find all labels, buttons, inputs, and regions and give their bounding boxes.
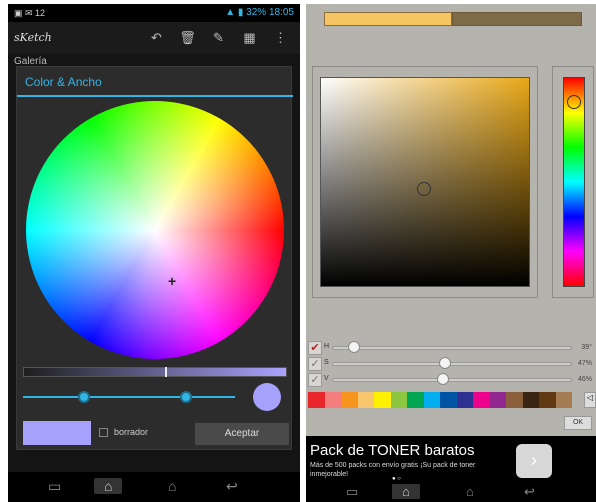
s-slider-knob[interactable] xyxy=(439,357,452,369)
new-color-preview xyxy=(452,12,582,26)
action-bar: sKetch ↶ 🗑 ✎ ▦ ⋮ xyxy=(8,22,300,54)
v-slider-knob[interactable] xyxy=(436,373,449,385)
h-value: 39° xyxy=(581,344,592,351)
eraser-label: borrador xyxy=(114,427,149,437)
palette-swatch[interactable] xyxy=(506,392,523,408)
brush-preview-circle xyxy=(253,383,281,411)
ad-title[interactable]: Pack de TONER baratos xyxy=(310,442,475,459)
s-value: 47% xyxy=(577,360,592,367)
accept-button[interactable]: Aceptar xyxy=(195,423,289,445)
s-checkbox[interactable]: ✓ xyxy=(308,357,322,371)
slider-row-v: ✓ V 46% xyxy=(308,372,594,388)
v-value: 46% xyxy=(577,376,592,383)
color-swatch xyxy=(23,421,91,445)
ad-chevron-button[interactable]: › xyxy=(516,444,552,478)
width-range-track[interactable] xyxy=(23,396,235,398)
toolbar-icons: ↶ 🗑 ✎ ▦ ⋮ xyxy=(141,30,296,46)
left-screenshot: ▣ ✉ 12 ▲ ▮ 32% 18:05 sKetch ↶ 🗑 ✎ ▦ ⋮ Ga… xyxy=(8,4,300,502)
palette-swatch[interactable] xyxy=(539,392,556,408)
ad-line-2: inmejorable! xyxy=(310,471,349,478)
sv-picker-frame xyxy=(312,66,538,298)
home-active-icon[interactable]: ⌂ xyxy=(94,478,123,494)
hue-picker-frame xyxy=(552,66,594,298)
undo-icon[interactable]: ↶ xyxy=(141,30,172,46)
palette-swatch[interactable] xyxy=(489,392,506,408)
h-slider-knob[interactable] xyxy=(347,341,360,353)
palette-swatch[interactable] xyxy=(473,392,490,408)
eraser-checkbox[interactable] xyxy=(99,428,108,437)
v-slider-track[interactable] xyxy=(332,378,572,382)
palette-swatch[interactable] xyxy=(374,392,391,408)
width-max-thumb[interactable] xyxy=(180,391,192,403)
palette-swatch[interactable] xyxy=(440,392,457,408)
color-width-dialog: Color & Ancho + borrador Aceptar xyxy=(16,66,293,451)
recent-apps-icon[interactable]: ▭ xyxy=(346,484,358,500)
overflow-icon[interactable]: ⋮ xyxy=(265,30,296,46)
s-label: S xyxy=(324,359,329,366)
sv-selector-ring[interactable] xyxy=(417,182,431,196)
palette-swatch[interactable] xyxy=(308,392,325,408)
home-icon[interactable]: ⌂ xyxy=(466,484,474,499)
dialog-bottom-row: borrador Aceptar xyxy=(17,419,293,451)
brightness-marker[interactable] xyxy=(165,367,167,377)
v-label: V xyxy=(324,375,329,382)
palette-swatch[interactable] xyxy=(522,392,539,408)
color-wheel[interactable] xyxy=(26,101,284,359)
color-palette xyxy=(308,392,572,408)
palette-swatch[interactable] xyxy=(341,392,358,408)
h-slider-track[interactable] xyxy=(332,346,572,350)
h-checkbox[interactable]: ✔ xyxy=(308,341,322,355)
palette-arrow-button[interactable]: ◁ xyxy=(584,392,596,408)
saturation-value-square[interactable] xyxy=(320,77,530,287)
width-min-thumb[interactable] xyxy=(78,391,90,403)
status-left-icons: ▣ ✉ 12 xyxy=(14,8,46,18)
nav-bar-right: ▭ ⌂ ⌂ ↩ xyxy=(306,482,596,502)
ad-line-1: Más de 500 packs con envío gratis ¡Su pa… xyxy=(310,462,476,469)
save-icon[interactable]: ▦ xyxy=(234,30,265,46)
palette-swatch[interactable] xyxy=(407,392,424,408)
palette-swatch[interactable] xyxy=(456,392,473,408)
dialog-title-divider xyxy=(17,95,293,97)
ok-button[interactable]: OK xyxy=(564,416,592,430)
hue-selector-ring[interactable] xyxy=(567,95,581,109)
nav-bar: ▭ ⌂ ⌂ ↩ xyxy=(8,472,300,502)
palette-swatch[interactable] xyxy=(324,392,341,408)
old-color-preview xyxy=(324,12,452,26)
right-screenshot: ✔ H 39° ✓ S 47% ✓ V 46% ◁ OK Pack de TON… xyxy=(306,4,596,502)
dialog-title: Color & Ancho xyxy=(25,75,102,89)
slider-row-s: ✓ S 47% xyxy=(308,356,594,372)
ad-banner[interactable]: Pack de TONER baratos Más de 500 packs c… xyxy=(306,436,596,482)
home-icon[interactable]: ⌂ xyxy=(168,478,176,494)
recent-apps-icon[interactable]: ▭ xyxy=(48,478,61,495)
brightness-bar[interactable] xyxy=(23,367,287,377)
status-bar: ▣ ✉ 12 ▲ ▮ 32% 18:05 xyxy=(8,4,300,22)
s-slider-track[interactable] xyxy=(332,362,572,366)
h-label: H xyxy=(324,343,330,350)
home-active-icon[interactable]: ⌂ xyxy=(392,484,420,499)
back-icon[interactable]: ↩ xyxy=(226,478,238,495)
palette-swatch[interactable] xyxy=(390,392,407,408)
crosshair-icon[interactable]: + xyxy=(168,273,176,289)
slider-row-h: ✔ H 39° xyxy=(308,340,594,356)
status-right-text: ▲ ▮ 32% 18:05 xyxy=(225,7,294,18)
trash-icon[interactable]: 🗑 xyxy=(172,30,203,46)
app-logo: sKetch xyxy=(14,31,52,44)
palette-swatch[interactable] xyxy=(423,392,440,408)
brush-icon[interactable]: ✎ xyxy=(203,30,234,46)
back-icon[interactable]: ↩ xyxy=(524,484,535,500)
v-checkbox[interactable]: ✓ xyxy=(308,373,322,387)
palette-swatch[interactable] xyxy=(555,392,572,408)
palette-swatch[interactable] xyxy=(357,392,374,408)
hue-bar[interactable] xyxy=(563,77,585,287)
